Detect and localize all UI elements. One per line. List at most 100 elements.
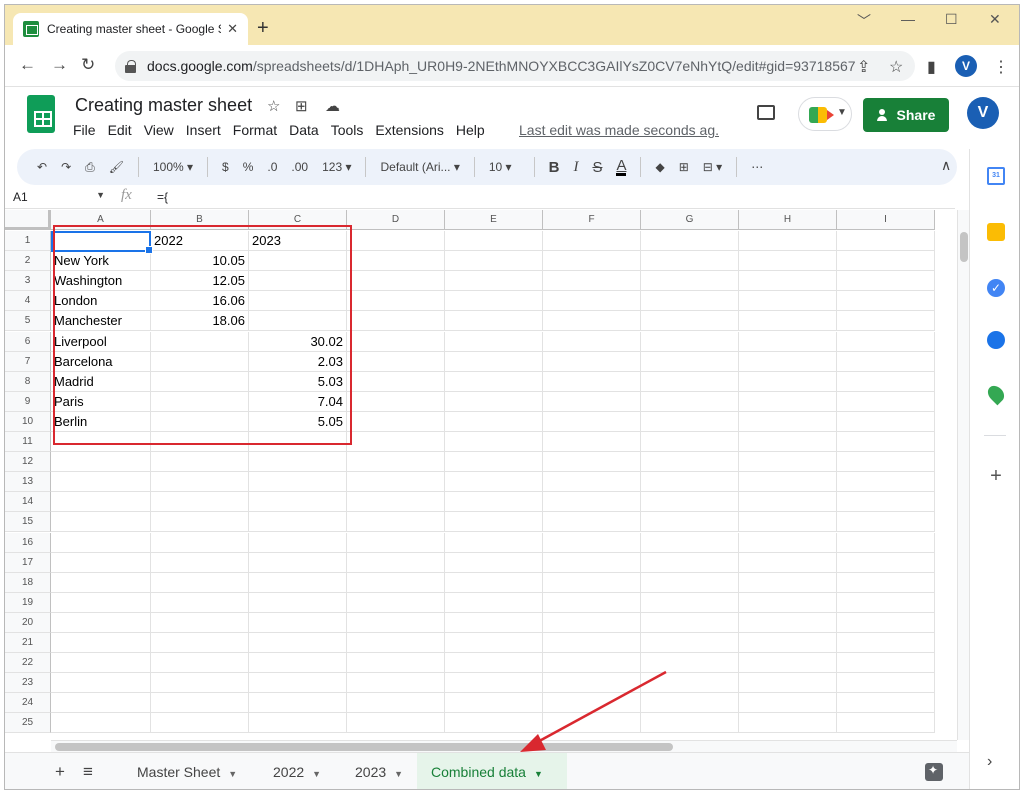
cell-e14[interactable] [445,492,543,513]
cell-h13[interactable] [739,472,837,493]
cell-g23[interactable] [641,673,739,694]
cell-i9[interactable] [837,391,935,412]
expand-side-panel-icon[interactable]: › [987,753,1005,771]
cell-a20[interactable] [51,612,151,633]
cell-f14[interactable] [543,492,641,513]
column-header-g[interactable]: G [641,210,739,230]
cell-i20[interactable] [837,612,935,633]
cell-e6[interactable] [445,331,543,352]
cell-e11[interactable] [445,432,543,452]
cell-d17[interactable] [347,552,445,573]
sheet-tab[interactable]: Combined data ▼ [417,753,567,789]
cell-d6[interactable] [347,331,445,352]
cell-d19[interactable] [347,592,445,613]
cell-c2[interactable] [249,251,347,272]
cell-g15[interactable] [641,512,739,533]
cell-c17[interactable] [249,552,347,573]
cell-h5[interactable] [739,311,837,332]
bookmark-star-icon[interactable]: ☆ [889,57,903,77]
cell-b21[interactable] [151,633,249,653]
cell-f17[interactable] [543,552,641,573]
percent-format-button[interactable]: % [243,160,254,174]
cell-i6[interactable] [837,331,935,352]
row-header[interactable]: 20 [5,612,51,633]
cell-i14[interactable] [837,492,935,513]
cell-h16[interactable] [739,532,837,553]
browser-tab[interactable]: Creating master sheet - Google S ✕ [13,13,248,45]
chevron-down-icon[interactable]: ▼ [394,769,403,779]
browser-menu-icon[interactable]: ⋮ [993,57,1009,77]
decrease-decimal-button[interactable]: .0 [267,160,277,174]
cell-e3[interactable] [445,271,543,292]
cell-d4[interactable] [347,291,445,312]
cell-h14[interactable] [739,492,837,513]
cell-f25[interactable] [543,713,641,734]
row-header[interactable]: 13 [5,472,51,493]
cell-a25[interactable] [51,713,151,734]
cell-c10[interactable]: 5.05 [249,411,347,432]
cell-g13[interactable] [641,472,739,493]
row-header[interactable]: 2 [5,251,51,272]
cell-e5[interactable] [445,311,543,332]
sheet-tab[interactable]: 2022 ▼ [259,753,335,789]
forward-icon[interactable]: → [51,55,68,75]
cell-e10[interactable] [445,411,543,432]
cell-d12[interactable] [347,452,445,473]
document-title[interactable]: Creating master sheet [75,95,252,116]
cell-i2[interactable] [837,251,935,272]
row-header[interactable]: 3 [5,271,51,292]
cell-c23[interactable] [249,673,347,694]
cell-h17[interactable] [739,552,837,573]
cell-g9[interactable] [641,391,739,412]
cell-h7[interactable] [739,351,837,372]
move-folder-icon[interactable]: ⊞ [295,97,308,115]
cell-f11[interactable] [543,432,641,452]
cell-c9[interactable]: 7.04 [249,391,347,412]
cell-a10[interactable]: Berlin [51,411,151,432]
cell-b8[interactable] [151,371,249,392]
cell-a13[interactable] [51,472,151,493]
cell-d24[interactable] [347,693,445,714]
print-icon[interactable]: ⎙ [85,160,95,175]
cell-g17[interactable] [641,552,739,573]
cell-i1[interactable] [837,231,935,251]
cell-i8[interactable] [837,371,935,392]
column-header-e[interactable]: E [445,210,543,230]
cell-g8[interactable] [641,371,739,392]
cell-e22[interactable] [445,653,543,674]
cell-f21[interactable] [543,633,641,653]
cell-a2[interactable]: New York [51,251,151,272]
redo-icon[interactable]: ↷ [61,160,71,174]
cell-c15[interactable] [249,512,347,533]
chevron-down-icon[interactable]: ▼ [312,769,321,779]
cell-f18[interactable] [543,572,641,593]
cell-i24[interactable] [837,693,935,714]
cell-b10[interactable] [151,411,249,432]
cell-h25[interactable] [739,713,837,734]
cell-g5[interactable] [641,311,739,332]
cell-e23[interactable] [445,673,543,694]
cell-e13[interactable] [445,472,543,493]
cell-b5[interactable]: 18.06 [151,311,249,332]
menu-view[interactable]: View [144,122,174,138]
cell-a15[interactable] [51,512,151,533]
cell-f23[interactable] [543,673,641,694]
cell-d13[interactable] [347,472,445,493]
cell-e25[interactable] [445,713,543,734]
chevron-down-icon[interactable]: ▼ [228,769,237,779]
menu-format[interactable]: Format [233,122,277,138]
back-icon[interactable]: ← [19,55,36,75]
cell-c6[interactable]: 30.02 [249,331,347,352]
paint-format-icon[interactable]: 🖌 [109,160,124,174]
formula-input[interactable]: ={ [157,190,168,204]
cell-d18[interactable] [347,572,445,593]
cell-h1[interactable] [739,231,837,251]
cell-c7[interactable]: 2.03 [249,351,347,372]
cell-a5[interactable]: Manchester [51,311,151,332]
fill-color-icon[interactable]: ◆ [655,160,664,174]
cell-g16[interactable] [641,532,739,553]
cell-a23[interactable] [51,673,151,694]
minimize-button[interactable]: — [901,11,915,27]
cell-d21[interactable] [347,633,445,653]
cell-d22[interactable] [347,653,445,674]
